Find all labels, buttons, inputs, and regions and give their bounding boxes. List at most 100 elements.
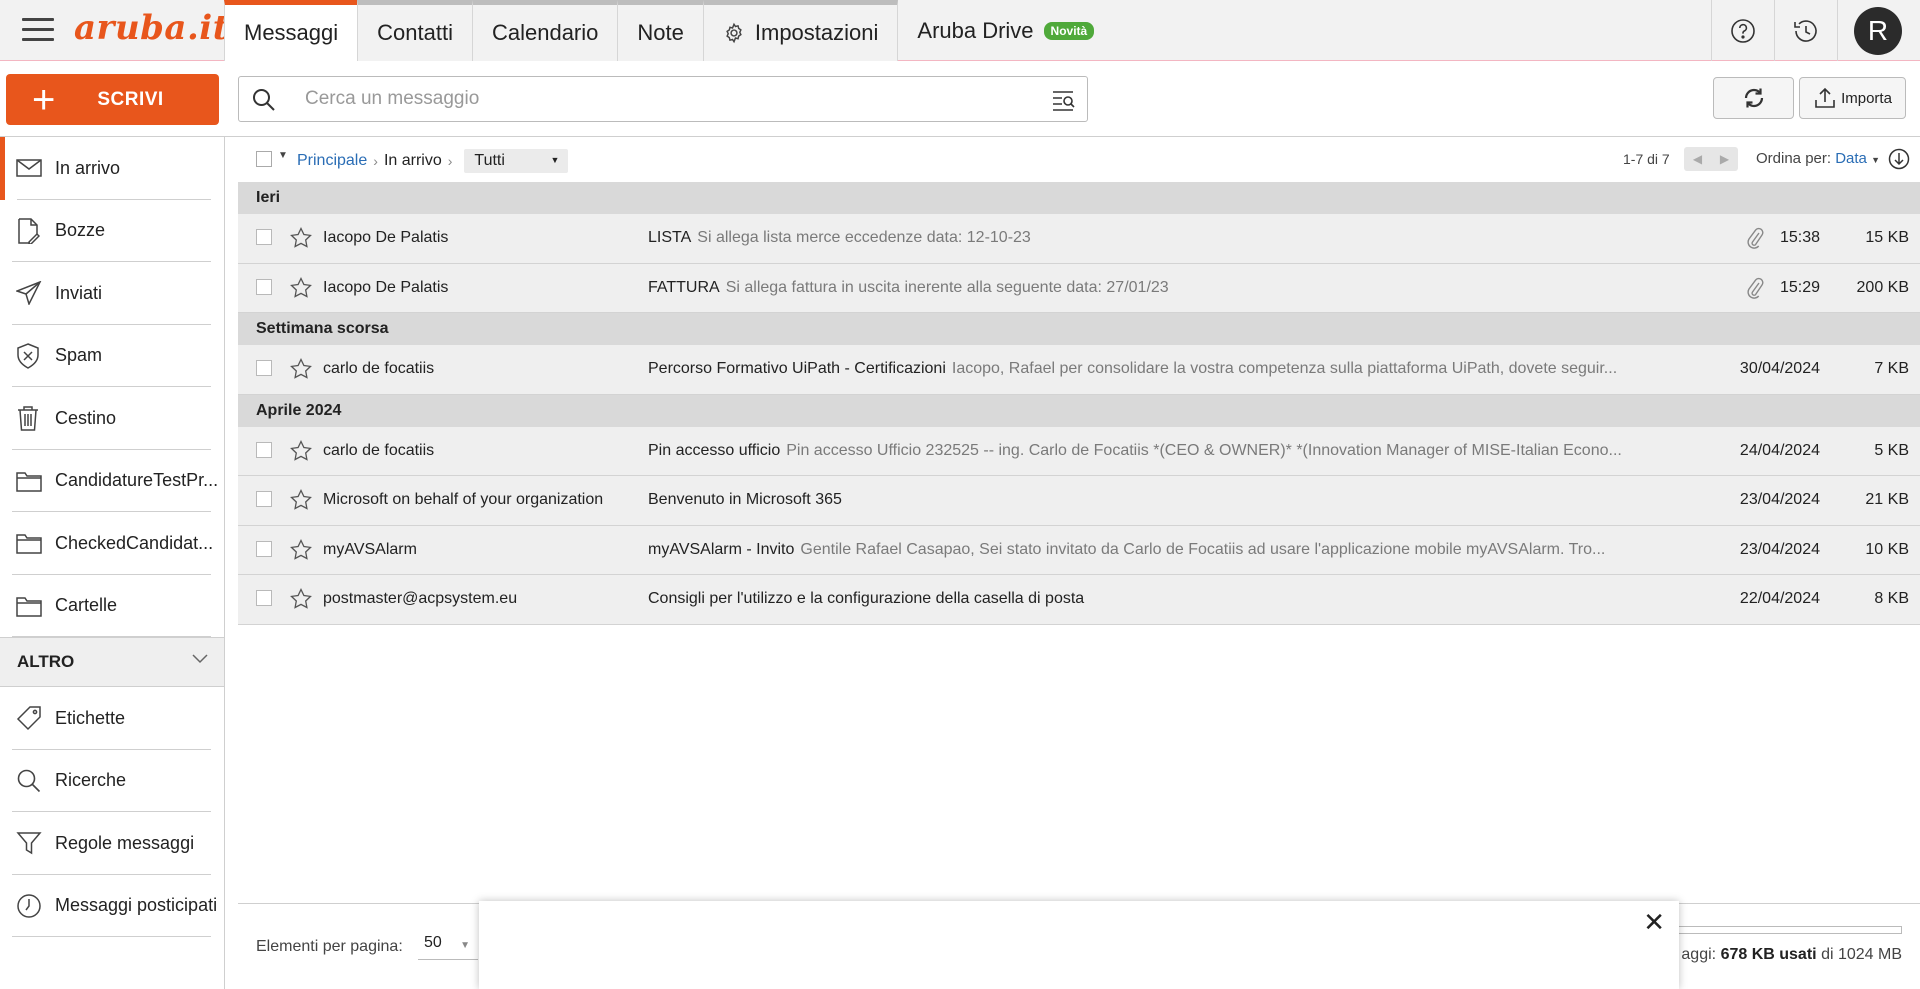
message-row[interactable]: Microsoft on behalf of your organization… <box>238 476 1920 526</box>
message-row[interactable]: Iacopo De Palatis LISTA Si allega lista m… <box>238 214 1920 264</box>
list-toolbar: ▼ Principale › In arrivo › Tutti ▼ 1-7 d… <box>238 143 1920 173</box>
logo[interactable]: aruba.it <box>74 8 229 48</box>
sidebar-item-inviati[interactable]: Inviati <box>0 262 224 325</box>
sidebar-item-cartelle[interactable]: Cartelle <box>0 575 224 638</box>
per-page-select[interactable]: 50 ▼ <box>418 934 478 960</box>
star-icon[interactable] <box>290 489 312 511</box>
message-checkbox[interactable] <box>256 360 272 376</box>
folder-icon <box>16 534 42 554</box>
message-row[interactable]: carlo de focatiis Pin accesso ufficio Pin… <box>238 426 1920 476</box>
tab-label: Note <box>637 20 684 45</box>
message-sender: myAVSAlarm <box>323 540 417 558</box>
top-icons: R <box>1711 0 1920 61</box>
star-icon[interactable] <box>290 439 312 462</box>
message-checkbox[interactable] <box>256 540 272 557</box>
message-subject-line: FATTURA Si allega fattura in uscita inere… <box>648 279 1648 297</box>
message-subject: Percorso Formativo UiPath - Certificazio… <box>648 360 946 377</box>
sidebar-item-cestino[interactable]: Cestino <box>0 387 224 450</box>
message-row[interactable]: carlo de focatiis Percorso Formativo UiP… <box>238 345 1920 395</box>
refresh-button[interactable] <box>1713 77 1794 119</box>
tab-impostazioni[interactable]: Impostazioni <box>702 0 899 61</box>
user-menu[interactable]: R <box>1837 0 1920 61</box>
close-icon[interactable]: ✕ <box>1643 907 1665 938</box>
message-subject-line: myAVSAlarm - Invito Gentile Rafael Casapa… <box>648 541 1648 559</box>
sidebar-item-folder-candidaturetest[interactable]: CandidatureTestPr... <box>0 450 224 513</box>
search-box <box>238 76 1088 122</box>
chevron-right-icon: › <box>447 153 453 169</box>
message-subject: myAVSAlarm - Invito <box>648 540 795 558</box>
star-icon[interactable] <box>290 538 312 561</box>
message-row[interactable]: postmaster@acpsystem.eu Consigli per l'u… <box>238 575 1920 625</box>
message-date: 15:29 <box>1779 278 1820 296</box>
tab-note[interactable]: Note <box>617 0 703 61</box>
next-page-icon[interactable]: ▶ <box>1720 152 1729 166</box>
sidebar-item-spam[interactable]: Spam <box>0 325 224 388</box>
help-button[interactable] <box>1711 0 1774 61</box>
message-subject: FATTURA <box>648 278 720 296</box>
group-header: Ieri <box>238 182 1920 214</box>
message-size: 5 KB <box>1874 441 1909 459</box>
tab-aruba-drive[interactable]: Aruba Drive Novità <box>898 0 1113 61</box>
history-button[interactable] <box>1774 0 1837 61</box>
message-checkbox[interactable] <box>256 491 272 507</box>
pagination-buttons: ◀ ▶ <box>1684 147 1738 171</box>
message-checkbox[interactable] <box>256 278 272 295</box>
message-checkbox[interactable] <box>256 229 272 245</box>
gear-icon <box>726 22 742 44</box>
menu-icon[interactable] <box>22 18 54 42</box>
pagination-range: 1-7 di 7 <box>1623 151 1670 167</box>
message-preview: Si allega lista merce eccedenze data: 12… <box>697 229 1031 246</box>
sidebar-item-label: Inviati <box>55 282 103 303</box>
message-subject: Consigli per l'utilizzo e la configurazi… <box>648 590 1085 607</box>
compose-label: SCRIVI <box>97 88 164 110</box>
sidebar-item-etichette[interactable]: Etichette <box>0 687 224 750</box>
sidebar-item-folder-checkedcandidat[interactable]: CheckedCandidat... <box>0 512 224 575</box>
message-checkbox[interactable] <box>256 590 272 606</box>
star-icon[interactable] <box>290 276 312 299</box>
tab-label: Messaggi <box>244 20 339 45</box>
avatar[interactable]: R <box>1854 6 1902 55</box>
tab-messaggi[interactable]: Messaggi <box>224 0 358 61</box>
message-list: Ieri Iacopo De Palatis LISTA Si allega li… <box>238 182 1920 625</box>
advanced-search-icon[interactable] <box>1051 87 1077 113</box>
message-date: 22/04/2024 <box>1739 590 1820 607</box>
star-icon[interactable] <box>290 588 312 610</box>
compose-button[interactable]: + SCRIVI <box>6 74 219 125</box>
message-checkbox[interactable] <box>256 441 272 458</box>
sidebar: In arrivo Bozze Inviati Spam Cestino Can… <box>0 137 225 989</box>
sort-value[interactable]: Data <box>1835 150 1867 167</box>
search-input[interactable] <box>305 85 985 113</box>
sidebar-item-in-arrivo[interactable]: In arrivo <box>0 137 224 200</box>
attachment-icon <box>1747 227 1764 249</box>
message-sender: carlo de focatiis <box>323 441 435 459</box>
select-menu-caret-icon[interactable]: ▼ <box>278 150 288 161</box>
filter-select[interactable]: Tutti ▼ <box>464 149 569 173</box>
message-row[interactable]: Iacopo De Palatis FATTURA Si allega fattu… <box>238 263 1920 313</box>
tab-contatti[interactable]: Contatti <box>357 0 472 61</box>
prev-page-icon[interactable]: ◀ <box>1693 152 1702 166</box>
quota-text: aggi: 678 KB usati di 1024 MB <box>1681 946 1902 964</box>
breadcrumb-root[interactable]: Principale <box>297 152 367 170</box>
tab-calendario[interactable]: Calendario <box>471 0 618 61</box>
plus-icon: + <box>32 77 56 122</box>
sort-direction-icon[interactable] <box>1888 148 1910 170</box>
select-all-checkbox[interactable] <box>256 151 272 167</box>
sidebar-item-ricerche[interactable]: Ricerche <box>0 750 224 813</box>
star-icon[interactable] <box>290 227 312 249</box>
message-row[interactable]: myAVSAlarm myAVSAlarm - Invito Gentile Ra… <box>238 525 1920 575</box>
group-header: Aprile 2024 <box>238 394 1920 427</box>
upload-icon <box>1815 87 1835 108</box>
message-size: 15 KB <box>1865 229 1909 246</box>
sidebar-item-bozze[interactable]: Bozze <box>0 200 224 263</box>
sidebar-item-label: Spam <box>55 345 103 366</box>
breadcrumb: Principale › In arrivo › Tutti ▼ <box>297 149 569 173</box>
caret-down-icon: ▼ <box>460 940 470 951</box>
star-icon[interactable] <box>290 358 312 380</box>
sidebar-item-label: Messaggi posticipati <box>55 895 218 916</box>
caret-down-icon[interactable]: ▼ <box>1871 155 1880 165</box>
message-subject-line: Benvenuto in Microsoft 365 <box>648 491 1648 509</box>
sidebar-section-altro[interactable]: ALTRO <box>0 637 224 687</box>
import-button[interactable]: Importa <box>1799 77 1906 119</box>
sidebar-item-regole-messaggi[interactable]: Regole messaggi <box>0 812 224 875</box>
sidebar-item-messaggi-posticipati[interactable]: Messaggi posticipati <box>0 875 224 938</box>
